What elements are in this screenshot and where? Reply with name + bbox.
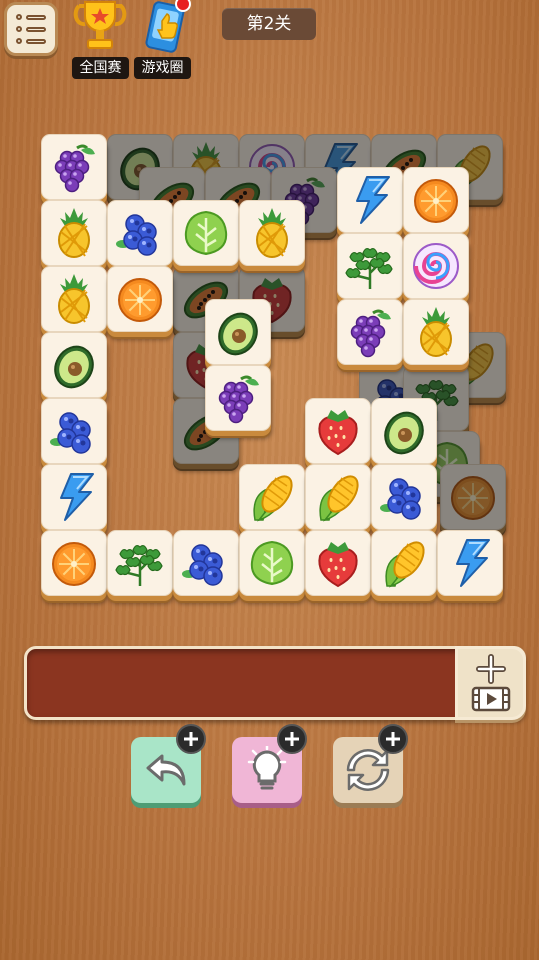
blueberry-icon — [116, 214, 157, 256]
tray-expand-button[interactable] — [455, 646, 526, 720]
tile-blueberry[interactable] — [173, 530, 239, 596]
strawberry-icon — [318, 542, 358, 588]
tile-strawberry[interactable] — [305, 398, 371, 464]
tile-orange[interactable] — [41, 530, 107, 596]
video-ad-icon — [471, 686, 510, 712]
plus-icon — [386, 732, 400, 746]
pineapple-icon — [420, 307, 452, 357]
pineapple-icon — [58, 208, 90, 258]
tile-parsley[interactable] — [337, 233, 403, 299]
tile-grape[interactable] — [205, 365, 271, 431]
tile-board — [0, 0, 539, 620]
tile-pineapple[interactable] — [41, 266, 107, 332]
avocado-icon — [54, 345, 94, 389]
hint-add-badge[interactable] — [277, 724, 307, 754]
parsley-icon — [345, 247, 393, 289]
tile-parsley[interactable] — [107, 530, 173, 596]
blueberry-icon — [182, 544, 223, 586]
tile-avocado[interactable] — [205, 299, 271, 365]
blueberry-icon — [380, 478, 421, 520]
tile-grape[interactable] — [41, 134, 107, 200]
lightning-icon — [356, 176, 390, 224]
lightning-icon — [456, 539, 490, 587]
tile-blueberry[interactable] — [371, 464, 437, 530]
lettuce-icon — [184, 210, 228, 256]
plus-icon — [475, 654, 506, 684]
tile-pineapple[interactable] — [41, 200, 107, 266]
tile-corn[interactable] — [305, 464, 371, 530]
plus-icon — [285, 732, 299, 746]
tile-tray — [24, 646, 526, 720]
shuffle-arrows-icon — [346, 749, 390, 791]
tile-avocado[interactable] — [41, 332, 107, 398]
avocado-icon — [218, 312, 258, 356]
grape-icon — [218, 375, 259, 424]
undo-add-badge[interactable] — [176, 724, 206, 754]
tile-corn[interactable] — [239, 464, 305, 530]
tile-candy[interactable] — [403, 233, 469, 299]
grape-icon — [350, 309, 391, 358]
lettuce-icon — [250, 540, 294, 586]
orange-icon — [451, 476, 495, 520]
shuffle-add-badge[interactable] — [378, 724, 408, 754]
tile-lightning[interactable] — [337, 167, 403, 233]
pineapple-icon — [256, 208, 288, 258]
tile-lettuce[interactable] — [239, 530, 305, 596]
tile-lightning[interactable] — [41, 464, 107, 530]
grape-icon — [54, 144, 95, 193]
tile-pineapple[interactable] — [403, 299, 469, 365]
tile-lettuce[interactable] — [173, 200, 239, 266]
tile-strawberry[interactable] — [305, 530, 371, 596]
tile-orange[interactable] — [403, 167, 469, 233]
orange-icon — [414, 179, 458, 223]
corn-icon — [253, 475, 293, 522]
corn-icon — [385, 541, 425, 588]
tile-corn[interactable] — [371, 530, 437, 596]
undo-arrow-icon — [146, 754, 186, 786]
lightning-icon — [60, 473, 94, 521]
tile-avocado[interactable] — [371, 398, 437, 464]
tile-orange — [440, 464, 506, 530]
orange-icon — [52, 542, 96, 586]
tile-grape[interactable] — [337, 299, 403, 365]
plus-icon — [184, 732, 198, 746]
orange-icon — [118, 278, 162, 322]
tile-orange[interactable] — [107, 266, 173, 332]
tile-lightning[interactable] — [437, 530, 503, 596]
pineapple-icon — [58, 274, 90, 324]
tile-blueberry[interactable] — [41, 398, 107, 464]
tile-pineapple[interactable] — [239, 200, 305, 266]
lightbulb-icon — [247, 746, 287, 790]
tile-blueberry[interactable] — [107, 200, 173, 266]
blueberry-icon — [50, 412, 91, 454]
candy-icon — [413, 243, 459, 289]
strawberry-icon — [318, 410, 358, 456]
parsley-icon — [115, 544, 163, 586]
avocado-icon — [384, 411, 424, 455]
corn-icon — [319, 475, 359, 522]
